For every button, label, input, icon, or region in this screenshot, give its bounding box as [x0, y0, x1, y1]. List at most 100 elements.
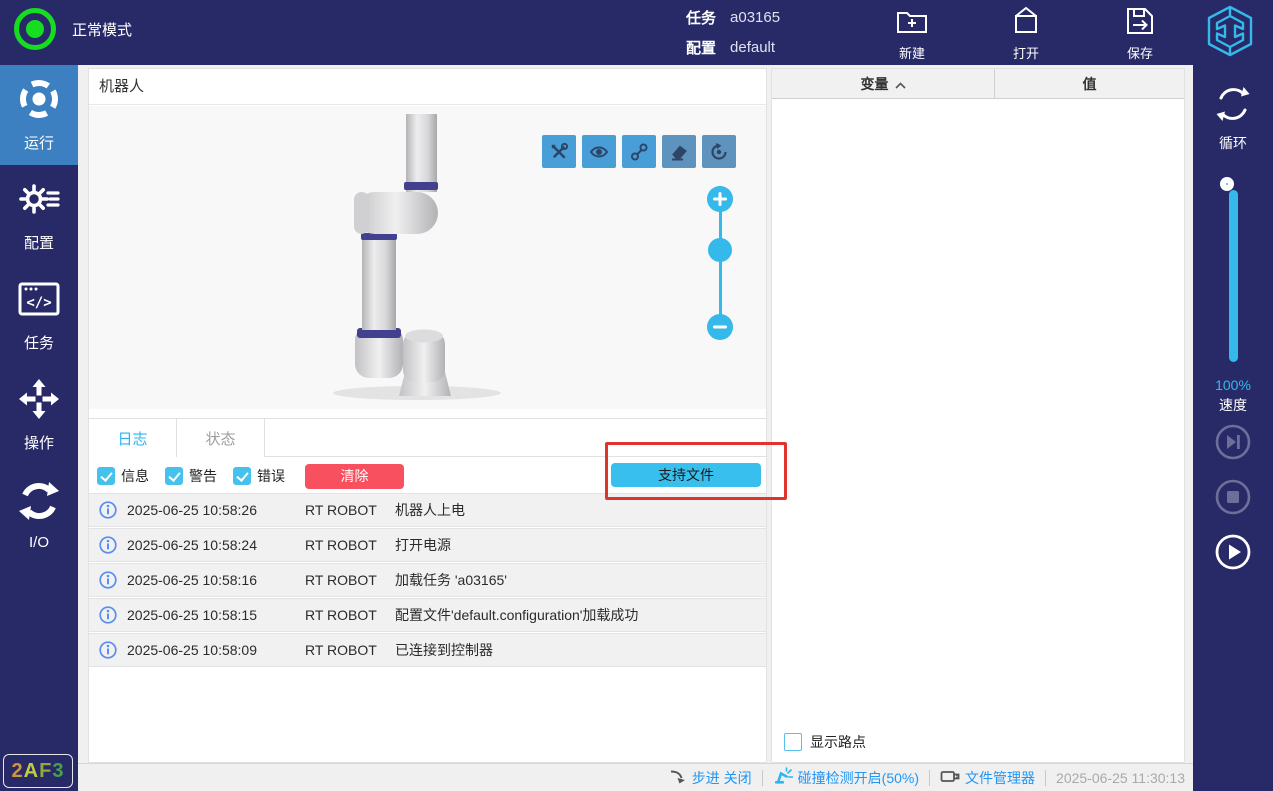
- tab-status[interactable]: 状态: [177, 419, 265, 457]
- new-task-label: 新建: [898, 46, 925, 61]
- show-waypoints-checkbox[interactable]: 显示路点: [784, 732, 866, 752]
- log-source: RT ROBOT: [305, 572, 377, 588]
- step-forward-button[interactable]: [1214, 423, 1252, 461]
- status-bar: 步进 关闭 碰撞检测开启(50%) 文件管理器 2025-06-25 11:30…: [78, 763, 1193, 791]
- sidebar-item-task[interactable]: </> 任务: [0, 265, 78, 365]
- play-icon: [1214, 534, 1252, 574]
- sidebar-item-config[interactable]: 配置: [0, 165, 78, 265]
- file-manager-label: 文件管理器: [965, 769, 1036, 786]
- task-config-info: 任务 a03165 配置 default: [686, 2, 780, 62]
- right-sidebar: 循环 100% 速度: [1193, 65, 1273, 791]
- log-row[interactable]: 2025-06-25 10:58:26 RT ROBOT 机器人上电: [89, 493, 766, 527]
- log-row[interactable]: 2025-06-25 10:58:24 RT ROBOT 打开电源: [89, 528, 766, 562]
- save-task-button[interactable]: 保存: [1106, 4, 1174, 62]
- support-file-button[interactable]: 支持文件: [611, 463, 761, 487]
- file-manager-link[interactable]: 文件管理器: [940, 768, 1035, 788]
- speed-label: 速度: [1219, 397, 1247, 413]
- stop-icon: [1214, 479, 1252, 519]
- collision-robot-icon: [773, 767, 793, 788]
- zoom-slider-track[interactable]: [718, 199, 722, 327]
- waypoint-path-icon[interactable]: [622, 135, 656, 168]
- status-ring-icon: [14, 8, 56, 50]
- zoom-in-button[interactable]: [707, 186, 733, 212]
- step-mode-label: 步进 关闭: [691, 769, 752, 786]
- move-arrows-icon: [17, 377, 61, 426]
- eraser-icon[interactable]: [662, 135, 696, 168]
- run-icon: [17, 77, 61, 126]
- usb-drive-icon: [940, 769, 960, 787]
- sidebar-item-label: 任务: [23, 335, 54, 352]
- tools-icon[interactable]: [542, 135, 576, 168]
- svg-text:</>: </>: [26, 295, 51, 311]
- speed-slider: [1220, 177, 1246, 375]
- new-task-button[interactable]: 新建: [878, 4, 946, 62]
- tab-log[interactable]: 日志: [89, 419, 177, 457]
- sidebar-item-label: 运行: [23, 135, 54, 152]
- save-icon: [1123, 4, 1157, 41]
- loop-label: 循环: [1219, 135, 1247, 151]
- sort-asc-icon: [894, 76, 906, 92]
- checkbox-checked-icon: [233, 467, 251, 485]
- zoom-out-button[interactable]: [707, 314, 733, 340]
- log-time: 2025-06-25 10:58:15: [127, 607, 257, 623]
- io-cycle-icon: [17, 479, 61, 528]
- sidebar-item-jog[interactable]: 操作: [0, 365, 78, 465]
- zoom-slider-thumb[interactable]: [708, 238, 732, 262]
- task-label: 任务: [686, 9, 717, 27]
- filter-error-checkbox[interactable]: 错误: [233, 466, 285, 486]
- show-waypoints-label: 显示路点: [810, 734, 866, 750]
- sidebar-item-run[interactable]: 运行: [0, 65, 78, 165]
- log-source: RT ROBOT: [305, 537, 377, 553]
- topbar-actions: 新建 打开 保存: [878, 4, 1174, 62]
- save-task-label: 保存: [1126, 46, 1153, 61]
- sidebar-item-io[interactable]: I/O: [0, 465, 78, 565]
- log-filter-row: 信息 警告 错误 清除 支持文件: [89, 461, 766, 491]
- collision-detection-status[interactable]: 碰撞检测开启(50%): [773, 767, 919, 788]
- checkbox-checked-icon: [165, 467, 183, 485]
- stop-button[interactable]: [1214, 478, 1252, 516]
- pairing-code-badge[interactable]: 2 A F 3: [3, 754, 73, 788]
- play-button[interactable]: [1214, 533, 1252, 571]
- log-source: RT ROBOT: [305, 607, 377, 623]
- open-task-button[interactable]: 打开: [992, 4, 1060, 62]
- step-forward-icon: [1214, 424, 1252, 464]
- info-icon: [89, 571, 127, 589]
- variables-column-header[interactable]: 变量: [772, 69, 995, 98]
- eye-icon[interactable]: [582, 135, 616, 168]
- filter-error-label: 错误: [257, 468, 285, 484]
- badge-char: F: [39, 759, 53, 782]
- sidebar-item-label: 配置: [23, 235, 54, 252]
- clear-log-button[interactable]: 清除: [305, 463, 404, 489]
- config-value: default: [730, 38, 776, 56]
- reset-view-icon[interactable]: [702, 135, 736, 168]
- loop-mode-button[interactable]: 循环: [1193, 83, 1273, 153]
- badge-char: 3: [52, 759, 65, 782]
- robot-panel-title: 机器人: [89, 69, 766, 105]
- log-row[interactable]: 2025-06-25 10:58:15 RT ROBOT 配置文件'defaul…: [89, 598, 766, 632]
- robot-3d-view[interactable]: [89, 106, 766, 409]
- filter-info-checkbox[interactable]: 信息: [97, 466, 149, 486]
- log-message: 打开电源: [395, 537, 451, 553]
- speed-slider-thumb[interactable]: [1220, 177, 1234, 191]
- log-row[interactable]: 2025-06-25 10:58:16 RT ROBOT 加载任务 'a0316…: [89, 563, 766, 597]
- sidebar-item-label: I/O: [28, 534, 49, 551]
- mode-label: 正常模式: [72, 21, 133, 39]
- badge-char: 2: [11, 759, 24, 782]
- log-source: RT ROBOT: [305, 642, 377, 658]
- filter-warning-checkbox[interactable]: 警告: [165, 466, 217, 486]
- content-area: 机器人 日志 状态 信息 警告 错误 清除 支持文件 2025-06-25 10…: [78, 65, 1193, 791]
- log-time: 2025-06-25 10:58:09: [127, 642, 257, 658]
- filter-info-label: 信息: [121, 468, 149, 484]
- viewer-toolbar: [542, 135, 736, 168]
- settings-gear-icon: [17, 177, 61, 226]
- brand-logo-icon: [1205, 4, 1255, 63]
- value-column-header[interactable]: 值: [995, 69, 1184, 98]
- log-row[interactable]: 2025-06-25 10:58:09 RT ROBOT 已连接到控制器: [89, 633, 766, 667]
- open-file-icon: [1009, 4, 1043, 41]
- variables-header: 变量 值: [772, 69, 1184, 99]
- log-status-tabs: 日志 状态: [89, 418, 766, 457]
- step-mode-status[interactable]: 步进 关闭: [669, 768, 752, 788]
- badge-char: A: [23, 759, 40, 782]
- step-arrow-icon: [669, 768, 687, 787]
- speed-slider-track[interactable]: [1228, 190, 1238, 362]
